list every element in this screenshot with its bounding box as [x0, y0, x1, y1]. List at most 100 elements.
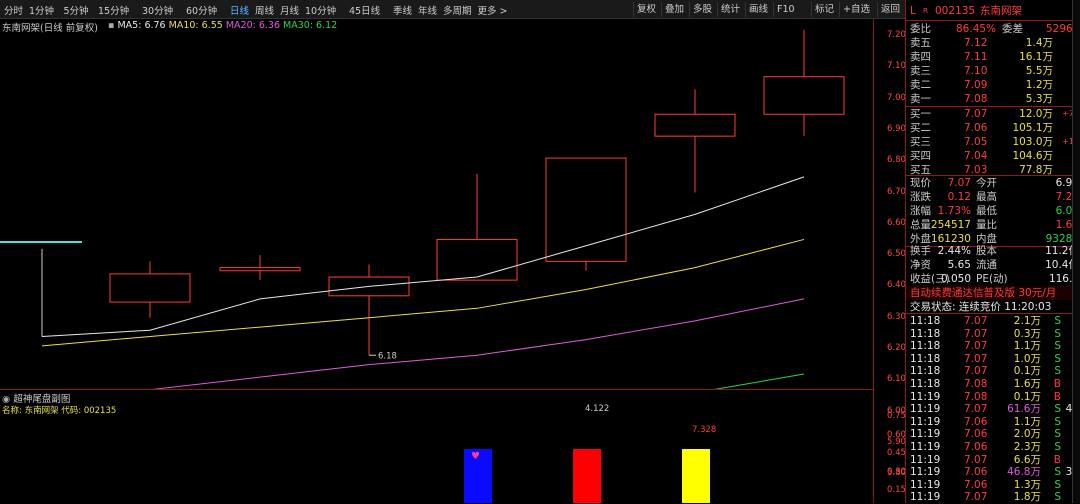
- period-tab-6[interactable]: 日线: [230, 3, 249, 17]
- toolbar-button-3[interactable]: 统计: [717, 2, 745, 17]
- stat-label: 涨幅: [910, 205, 931, 217]
- tick-row: 11:187.071.1万S1: [906, 340, 1080, 353]
- stat-label: 股本: [976, 245, 997, 257]
- stat-value: 5.65: [947, 259, 971, 271]
- indicator-chart[interactable]: ♥: [0, 390, 873, 503]
- tick-side: B: [1053, 453, 1061, 466]
- tick-volume: 46.8万: [1007, 466, 1041, 479]
- tick-time: 11:19: [910, 428, 941, 441]
- tick-volume: 2.3万: [1013, 441, 1041, 453]
- toolbar-button-4[interactable]: 画线: [745, 2, 773, 17]
- buy-price: 7.07: [964, 108, 988, 120]
- period-tab-8[interactable]: 月线: [280, 3, 299, 17]
- tick-price: 7.07: [964, 340, 988, 353]
- period-tab-1[interactable]: 1分钟: [29, 3, 54, 17]
- buy-row[interactable]: 买二 7.06 105.1万: [906, 121, 1080, 135]
- stat-label: 净资: [910, 259, 931, 271]
- tick-volume: 1.8万: [1013, 491, 1041, 504]
- buy-volume: 104.6万: [1012, 150, 1053, 162]
- tick-price: 7.07: [964, 403, 988, 416]
- period-tab-12[interactable]: 年线: [418, 3, 437, 17]
- buy-price: 7.04: [964, 150, 988, 162]
- tick-price: 7.07: [964, 491, 988, 504]
- period-tab-2[interactable]: 5分钟: [64, 3, 89, 17]
- period-tab-0[interactable]: 分时: [4, 3, 23, 17]
- tick-time: 11:19: [910, 453, 941, 466]
- tick-time: 11:19: [910, 491, 941, 504]
- period-tab-10[interactable]: 45日线: [349, 3, 380, 17]
- price-tick: 6.80: [887, 155, 906, 166]
- right-scrollbar[interactable]: [1072, 0, 1080, 503]
- tick-time: 11:18: [910, 340, 941, 353]
- buy-volume: 12.0万: [1019, 108, 1053, 120]
- tick-side: S: [1054, 340, 1061, 353]
- sell-row[interactable]: 卖一 7.08 5.3万: [906, 92, 1080, 106]
- tick-price: 7.07: [964, 352, 988, 365]
- toolbar-button-5[interactable]: F10: [773, 2, 811, 17]
- indicator-bar: [573, 449, 601, 503]
- tick-price: 7.06: [964, 466, 988, 479]
- buy-volume: 103.0万: [1012, 136, 1053, 148]
- period-tab-13[interactable]: 多周期: [443, 3, 472, 17]
- period-tab-11[interactable]: 季线: [393, 3, 412, 17]
- price-tick: 7.00: [887, 92, 906, 103]
- tick-row: 11:197.061.1万S1: [906, 416, 1080, 429]
- price-tick: 6.90: [887, 123, 906, 134]
- tick-volume: 0.3万: [1013, 327, 1041, 340]
- sell-row[interactable]: 卖四 7.11 16.1万: [906, 50, 1080, 64]
- weibi-label: 委比: [910, 23, 931, 35]
- weicha-value: 5296: [1046, 23, 1073, 35]
- tick-side: S: [1054, 327, 1061, 340]
- stat-value: 254517: [930, 219, 971, 231]
- candlestick-chart[interactable]: 7.24 6.18: [0, 30, 873, 390]
- ad-link[interactable]: 自动续费通达信普及版 30元/月: [910, 286, 1056, 300]
- stat-label: 现价: [910, 177, 931, 189]
- stat-row: 涨跌 0.12 最高 7.24: [906, 190, 1080, 204]
- sell-volume: 1.4万: [1025, 37, 1053, 49]
- toolbar-button-1[interactable]: 叠加: [661, 2, 689, 17]
- period-tab-3[interactable]: 15分钟: [98, 3, 129, 17]
- sell-row[interactable]: 卖五 7.12 1.4万: [906, 36, 1080, 50]
- buy-row[interactable]: 买三 7.05 103.0万 +10: [906, 135, 1080, 149]
- toolbar-button-2[interactable]: 多股: [689, 2, 717, 17]
- low-label: 6.18: [378, 351, 397, 361]
- buy-row[interactable]: 买四 7.04 104.6万: [906, 149, 1080, 163]
- stock-name: 东南网架: [980, 5, 1022, 17]
- stat-label: 流通: [976, 259, 997, 271]
- period-toolbar: 分时 1分钟 5分钟 15分钟 30分钟 60分钟 日线 周线 月线 10分钟 45日线 季线 年线 多周…: [0, 0, 905, 19]
- tick-price: 7.06: [964, 478, 988, 491]
- tick-volume: 1.6万: [1013, 378, 1041, 390]
- price-tick: 6.50: [887, 249, 906, 260]
- buy-row[interactable]: 买一 7.07 12.0万 +70: [906, 107, 1080, 121]
- sell-volume: 1.2万: [1025, 79, 1053, 91]
- period-tab-4[interactable]: 30分钟: [142, 3, 173, 17]
- tick-side: S: [1054, 478, 1061, 491]
- sell-price: 7.09: [964, 79, 988, 91]
- tick-side: S: [1054, 403, 1061, 416]
- tick-row: 11:197.076.6万B1: [906, 454, 1080, 467]
- tick-row: 11:187.081.6万B1: [906, 378, 1080, 391]
- sell-row[interactable]: 卖三 7.10 5.5万: [906, 64, 1080, 78]
- period-tab-7[interactable]: 周线: [255, 3, 274, 17]
- tick-time: 11:19: [910, 390, 941, 403]
- buy-price: 7.06: [964, 122, 988, 134]
- sell-row[interactable]: 卖二 7.09 1.2万: [906, 78, 1080, 92]
- period-tab-9[interactable]: 10分钟: [305, 3, 336, 17]
- tick-price: 7.06: [964, 441, 988, 453]
- price-tick: 7.10: [887, 61, 906, 72]
- toolbar-button-7[interactable]: +自选: [839, 2, 877, 17]
- toolbar-button-6[interactable]: 标记: [811, 2, 839, 17]
- toolbar-button-8[interactable]: 返回: [877, 2, 905, 17]
- panel-l-icon[interactable]: L: [910, 4, 916, 18]
- buy-level: 买四: [910, 150, 931, 162]
- toolbar-button-0[interactable]: 复权: [633, 2, 661, 17]
- stat-label: 最低: [976, 205, 997, 217]
- tick-volume: 1.3万: [1013, 478, 1041, 491]
- tick-time: 11:19: [910, 403, 941, 416]
- stock-code: 002135: [935, 5, 976, 17]
- sell-price: 7.10: [964, 65, 988, 77]
- tick-side: B: [1053, 378, 1061, 390]
- period-tab-5[interactable]: 60分钟: [186, 3, 217, 17]
- trade-status: 交易状态: 连续竞价 11:20:03: [910, 301, 1052, 313]
- period-tab-14[interactable]: 更多 >: [478, 3, 508, 17]
